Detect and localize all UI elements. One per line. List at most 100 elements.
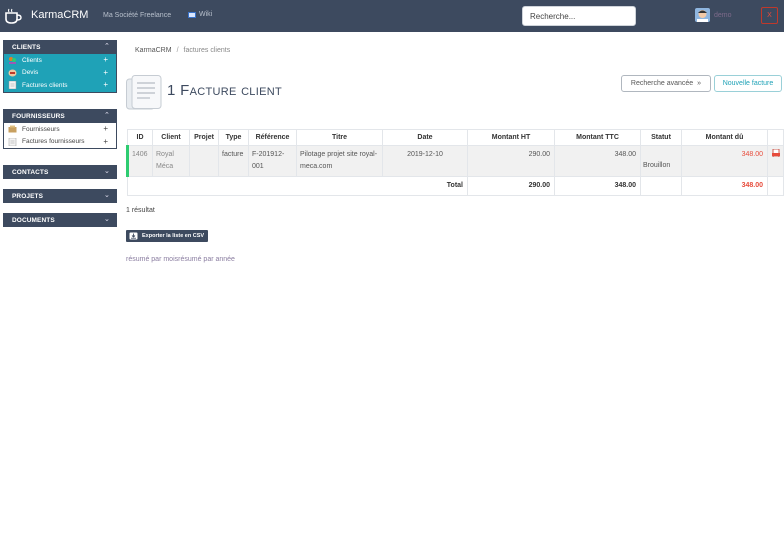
total-statut-empty	[640, 176, 682, 196]
invoices-table: ID Client Projet Type Référence Titre Da…	[126, 129, 784, 196]
total-montant-ht: 290.00	[467, 176, 555, 196]
column-header-montant-ht[interactable]: Montant HT	[467, 129, 555, 146]
cell-montant-ht: 290.00	[467, 145, 555, 177]
cell-actions	[767, 145, 784, 177]
sidebar-header-label: PROJETS	[12, 192, 44, 200]
column-header-client[interactable]: Client	[152, 129, 190, 146]
sidebar-header-label: CLIENTS	[12, 43, 41, 51]
advanced-search-button[interactable]: Recherche avancée »	[621, 75, 711, 92]
wiki-label: Wiki	[199, 11, 213, 18]
sidebar-item-fournisseurs[interactable]: Fournisseurs +	[4, 123, 116, 136]
cell-montant-ttc: 348.00	[554, 145, 641, 177]
sidebar-section-fournisseurs: FOURNISSEURS ⌃ Fournisseurs + Factures f…	[3, 109, 117, 149]
export-csv-label: Exporter la liste en CSV	[142, 233, 205, 239]
sidebar-header-label: DOCUMENTS	[12, 216, 55, 224]
user-avatar[interactable]	[695, 8, 710, 22]
sidebar-item-label: Factures clients	[22, 81, 68, 89]
wiki-link[interactable]: Wiki	[188, 11, 212, 18]
status-label: Brouillon	[643, 162, 671, 169]
total-montant-du: 348.00	[681, 176, 768, 196]
column-header-projet[interactable]: Projet	[189, 129, 219, 146]
total-actions-empty	[767, 176, 784, 196]
double-chevron-up-icon[interactable]: ⌃	[104, 111, 110, 119]
pdf-icon[interactable]	[771, 149, 780, 157]
cell-projet	[189, 145, 219, 177]
book-icon	[188, 11, 196, 18]
sidebar-header-projets[interactable]: PROJETS ⌄	[3, 189, 117, 203]
column-header-actions	[767, 129, 784, 146]
sidebar-item-factures-clients[interactable]: Factures clients +	[4, 79, 116, 92]
new-invoice-button[interactable]: Nouvelle facture	[714, 75, 782, 92]
advanced-search-label: Recherche avancée	[630, 80, 694, 87]
summary-by-year-link[interactable]: résumé par année	[178, 256, 235, 263]
cell-titre[interactable]: Pilotage projet site royal-meca.com	[296, 145, 383, 177]
search-input[interactable]	[522, 6, 636, 26]
column-header-id[interactable]: ID	[127, 129, 153, 146]
supplier-icon	[8, 125, 17, 133]
sidebar-list-clients: Clients + Devis + Factures clients +	[3, 54, 117, 93]
column-header-date[interactable]: Date	[382, 129, 468, 146]
summary-links: résumé par moisrésumé par année	[126, 256, 235, 263]
total-label: Total	[127, 176, 468, 196]
page-title: 1 Facture client	[167, 82, 282, 99]
column-header-reference[interactable]: Référence	[248, 129, 297, 146]
company-name[interactable]: Ma Société Freelance	[103, 12, 171, 19]
sidebar-item-label: Factures fournisseurs	[22, 138, 85, 146]
download-icon	[129, 232, 138, 240]
column-header-titre[interactable]: Titre	[296, 129, 383, 146]
breadcrumb: KarmaCRM / factures clients	[135, 47, 230, 54]
sidebar-section-projets: PROJETS ⌄	[3, 189, 117, 203]
add-supplier-invoice-button[interactable]: +	[103, 137, 108, 146]
cell-reference[interactable]: F-201912-001	[248, 145, 297, 177]
sidebar-header-documents[interactable]: DOCUMENTS ⌄	[3, 213, 117, 227]
sidebar-item-factures-fournisseurs[interactable]: Factures fournisseurs +	[4, 136, 116, 149]
cell-client[interactable]: Royal Méca	[152, 145, 190, 177]
invoice-document-icon	[126, 75, 162, 110]
sidebar-header-contacts[interactable]: CONTACTS ⌄	[3, 165, 117, 179]
column-header-statut[interactable]: Statut	[640, 129, 682, 146]
cell-id[interactable]: 1406	[126, 145, 153, 177]
sidebar-header-fournisseurs[interactable]: FOURNISSEURS ⌃	[3, 109, 117, 123]
table-row[interactable]: 1406 Royal Méca facture F-201912-001 Pil…	[126, 145, 784, 177]
total-montant-ttc: 348.00	[554, 176, 641, 196]
coffee-cup-icon[interactable]	[4, 8, 22, 24]
invoice-icon	[8, 137, 17, 146]
add-supplier-button[interactable]: +	[103, 124, 108, 133]
double-chevron-up-icon[interactable]: ⌃	[104, 42, 110, 50]
export-csv-button[interactable]: Exporter la liste en CSV	[126, 230, 208, 242]
double-chevron-down-icon[interactable]: ⌄	[104, 191, 110, 199]
column-header-montant-ttc[interactable]: Montant TTC	[554, 129, 641, 146]
summary-by-month-link[interactable]: résumé par mois	[126, 256, 178, 263]
sidebar-item-label: Fournisseurs	[22, 125, 60, 133]
sidebar-list-fournisseurs: Fournisseurs + Factures fournisseurs +	[3, 123, 117, 149]
user-name[interactable]: demo	[714, 12, 732, 19]
sidebar-header-label: CONTACTS	[12, 168, 49, 176]
quote-icon	[8, 69, 17, 77]
sidebar-header-label: FOURNISSEURS	[12, 112, 65, 120]
double-chevron-down-icon[interactable]: ⌄	[104, 167, 110, 175]
double-chevron-down-icon: »	[697, 80, 702, 87]
table-total-row: Total 290.00 348.00 348.00	[127, 176, 784, 196]
add-invoice-button[interactable]: +	[103, 80, 108, 89]
sidebar-section-contacts: CONTACTS ⌄	[3, 165, 117, 179]
app-title[interactable]: KarmaCRM	[31, 9, 88, 21]
add-client-button[interactable]: +	[103, 55, 108, 64]
sidebar-header-clients[interactable]: CLIENTS ⌃	[3, 40, 117, 54]
clients-icon	[9, 57, 16, 65]
result-count: 1 résultat	[126, 207, 155, 214]
top-navbar: KarmaCRM Ma Société Freelance Wiki demo …	[0, 0, 784, 32]
breadcrumb-home[interactable]: KarmaCRM	[135, 47, 172, 54]
invoice-icon	[8, 81, 17, 90]
column-header-montant-du[interactable]: Montant dû	[681, 129, 768, 146]
sidebar-item-label: Devis	[22, 69, 39, 77]
column-header-type[interactable]: Type	[218, 129, 249, 146]
logout-button[interactable]: X	[761, 7, 778, 24]
sidebar-item-clients[interactable]: Clients +	[4, 54, 116, 67]
sidebar-item-label: Clients	[22, 56, 42, 64]
cell-statut: Brouillon	[640, 145, 682, 177]
double-chevron-down-icon[interactable]: ⌄	[104, 215, 110, 223]
breadcrumb-separator: /	[176, 47, 179, 54]
sidebar-item-devis[interactable]: Devis +	[4, 67, 116, 80]
add-quote-button[interactable]: +	[103, 68, 108, 77]
sidebar-section-clients: CLIENTS ⌃ Clients + Devis + Factures cli…	[3, 40, 117, 93]
